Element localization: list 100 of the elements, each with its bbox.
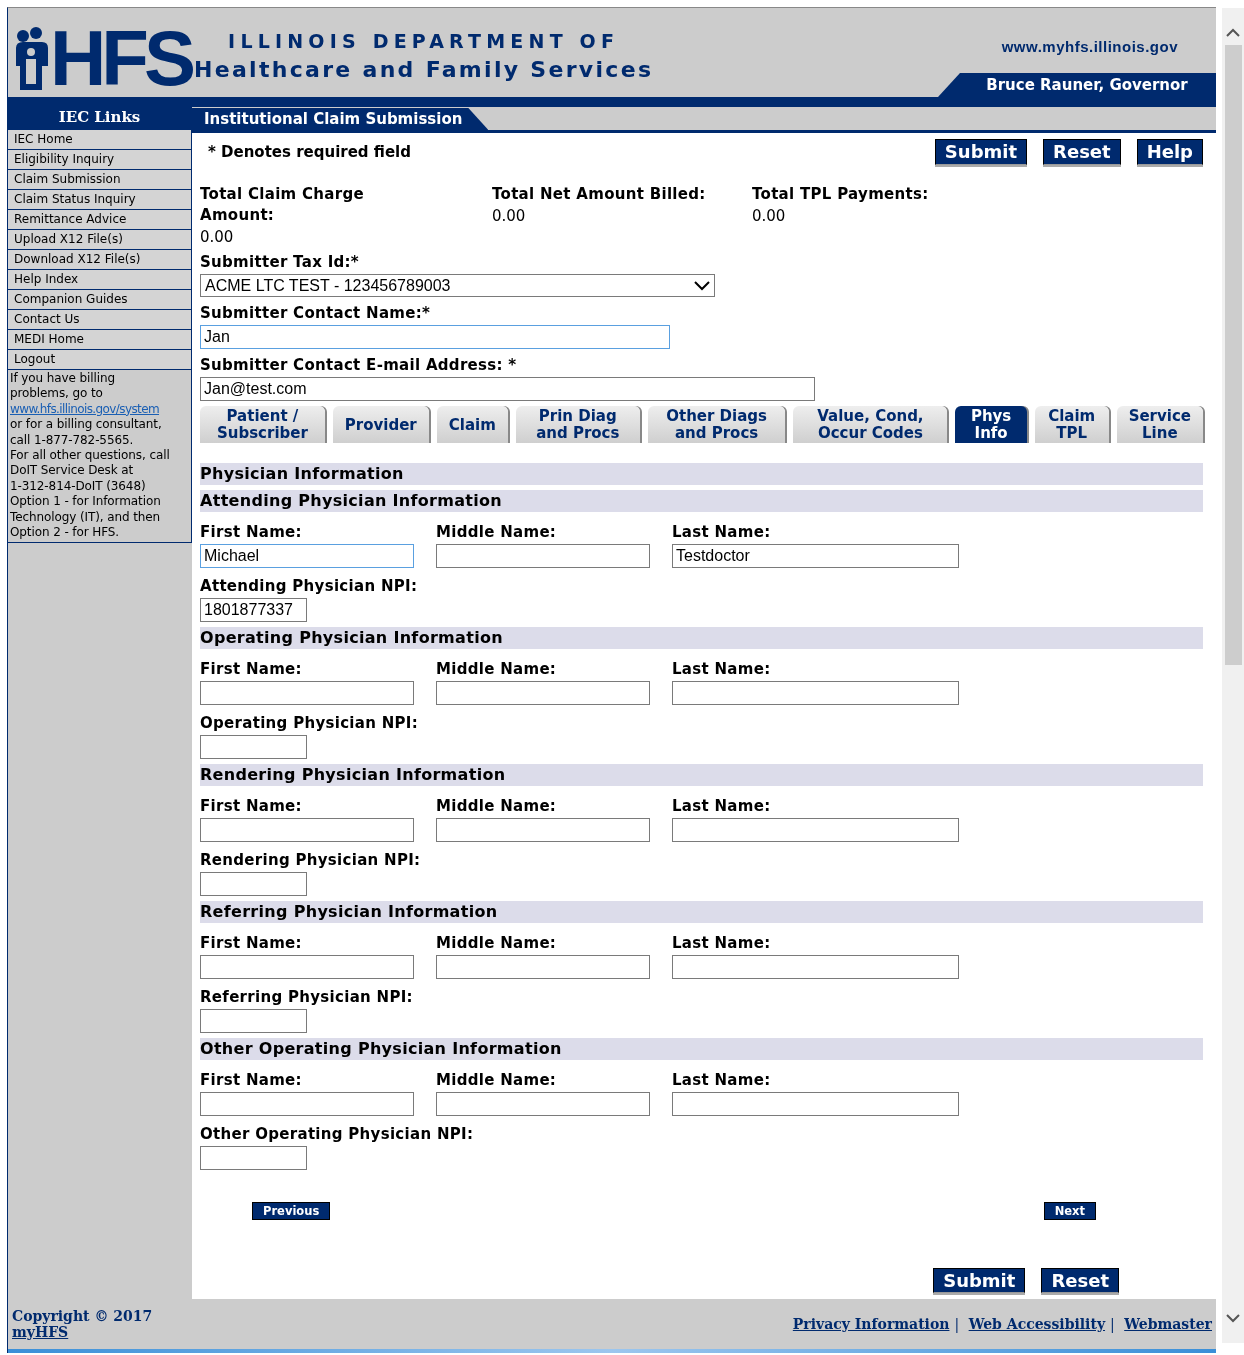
sidebar-link[interactable]: Claim Submission — [8, 169, 191, 189]
chevron-down-icon — [694, 280, 710, 291]
sidebar-link[interactable]: Remittance Advice — [8, 209, 191, 229]
field-label: First Name: — [200, 933, 303, 954]
input-field[interactable] — [200, 1092, 414, 1116]
field-label: Last Name: — [672, 522, 772, 543]
department-title: ILLINOIS DEPARTMENT OF — [227, 30, 621, 52]
form-button[interactable]: Submit — [934, 139, 1028, 165]
section-tab[interactable]: Patient / Subscriber — [200, 406, 325, 443]
sidebar-link[interactable]: Logout — [8, 349, 191, 369]
section-tab[interactable]: Claim — [436, 406, 508, 443]
field-label: First Name: — [200, 659, 303, 680]
sidebar-link[interactable]: Upload X12 File(s) — [8, 229, 191, 249]
footer-link[interactable]: Web Accessibility — [968, 1316, 1106, 1332]
section-heading: Other Operating Physician Information — [200, 1038, 1203, 1060]
input-field[interactable]: Testdoctor — [672, 544, 959, 568]
input-field[interactable]: Michael — [200, 544, 414, 568]
sidebar-link[interactable]: IEC Home — [8, 129, 191, 149]
copyright-text: Copyright © 2017 — [12, 1308, 153, 1324]
input-field[interactable] — [200, 955, 414, 979]
governor-banner: Bruce Rauner, Governor — [938, 73, 1216, 97]
scrollbar[interactable] — [1222, 8, 1244, 1343]
field-label: Middle Name: — [436, 659, 558, 680]
total-label: Total Net Amount Billed: — [492, 184, 707, 205]
logo-text: HFS — [50, 26, 191, 90]
form-button[interactable]: Reset — [1041, 1268, 1119, 1293]
input-field[interactable] — [672, 955, 959, 979]
field-label: Submitter Contact E-mail Address: * — [200, 355, 518, 376]
npi-field[interactable]: 1801877337 — [200, 598, 307, 622]
section-tab[interactable]: Other Diags and Procs — [647, 406, 786, 443]
sidebar-link[interactable]: Help Index — [8, 269, 191, 289]
field-label: Middle Name: — [436, 1070, 558, 1091]
field-label: Rendering Physician NPI: — [200, 850, 422, 871]
field-label: Attending Physician NPI: — [200, 576, 419, 597]
field-label: First Name: — [200, 1070, 303, 1091]
field-label: Last Name: — [672, 933, 772, 954]
field-label: Middle Name: — [436, 522, 558, 543]
section-tab[interactable]: Phys Info — [955, 406, 1027, 443]
footer-link[interactable]: Privacy Information — [792, 1316, 950, 1332]
section-heading: Rendering Physician Information — [200, 764, 1203, 786]
total-label: Total Claim Charge Amount: — [200, 184, 365, 226]
npi-field[interactable] — [200, 1146, 307, 1170]
sidebar-link[interactable]: Companion Guides — [8, 289, 191, 309]
required-note: * Denotes required field — [207, 143, 411, 161]
input-field[interactable]: Jan@test.com — [200, 377, 815, 401]
sidebar-link[interactable]: MEDI Home — [8, 329, 191, 349]
input-field[interactable]: Jan — [200, 325, 670, 349]
section-tab[interactable]: Claim TPL — [1034, 406, 1109, 443]
section-heading: Referring Physician Information — [200, 901, 1203, 923]
help-link[interactable]: www.hfs.illinois.gov/system — [10, 401, 160, 416]
tax-id-select[interactable]: ACME LTC TEST - 123456789003 — [200, 274, 715, 297]
site-link[interactable]: myHFS — [12, 1324, 153, 1340]
sidebar-link[interactable]: Contact Us — [8, 309, 191, 329]
input-field[interactable] — [672, 681, 959, 705]
form-button[interactable]: Submit — [933, 1268, 1026, 1293]
site-url: www.myhfs.illinois.gov — [1001, 38, 1178, 55]
field-label: Last Name: — [672, 659, 772, 680]
npi-field[interactable] — [200, 872, 307, 896]
footer-link[interactable]: Webmaster — [1124, 1316, 1212, 1332]
next-button[interactable]: Next — [1043, 1202, 1096, 1220]
field-label: Submitter Contact Name:* — [200, 303, 432, 324]
link-separator: | — [1110, 1316, 1115, 1332]
input-field[interactable] — [436, 1092, 650, 1116]
link-separator: | — [954, 1316, 960, 1332]
section-tab[interactable]: Service Line — [1116, 406, 1203, 443]
field-label: First Name: — [200, 522, 303, 543]
field-label: Middle Name: — [436, 933, 558, 954]
total-value: 0.00 — [200, 228, 235, 246]
input-field[interactable] — [436, 818, 650, 842]
family-figures-icon — [14, 26, 50, 90]
previous-button[interactable]: Previous — [252, 1202, 331, 1220]
field-label: Middle Name: — [436, 796, 558, 817]
sidebar-link[interactable]: Download X12 File(s) — [8, 249, 191, 269]
npi-field[interactable] — [200, 735, 307, 759]
npi-field[interactable] — [200, 1009, 307, 1033]
total-value: 0.00 — [752, 207, 787, 225]
section-tab[interactable]: Provider — [332, 406, 429, 443]
department-name: Healthcare and Family Services — [194, 56, 654, 84]
section-heading: Operating Physician Information — [200, 627, 1203, 649]
input-field[interactable] — [436, 681, 650, 705]
form-button[interactable]: Help — [1136, 139, 1203, 165]
scroll-down-icon[interactable] — [1226, 1314, 1240, 1323]
field-label: Last Name: — [672, 1070, 772, 1091]
sidebar-title: IEC Links — [8, 107, 191, 129]
section-tab[interactable]: Prin Diag and Procs — [515, 406, 640, 443]
input-field[interactable] — [436, 955, 650, 979]
sidebar-link[interactable]: Claim Status Inquiry — [8, 189, 191, 209]
input-field[interactable] — [672, 1092, 959, 1116]
field-label: Other Operating Physician NPI: — [200, 1124, 475, 1145]
section-tab[interactable]: Value, Cond, Occur Codes — [793, 406, 948, 443]
form-button[interactable]: Reset — [1043, 139, 1121, 165]
field-label: First Name: — [200, 796, 303, 817]
input-field[interactable] — [436, 544, 650, 568]
scroll-up-icon[interactable] — [1226, 28, 1240, 37]
input-field[interactable] — [200, 818, 414, 842]
input-field[interactable] — [672, 818, 959, 842]
input-field[interactable] — [200, 681, 414, 705]
field-label: Last Name: — [672, 796, 772, 817]
field-label: Referring Physician NPI: — [200, 987, 414, 1008]
sidebar-link[interactable]: Eligibility Inquiry — [8, 149, 191, 169]
